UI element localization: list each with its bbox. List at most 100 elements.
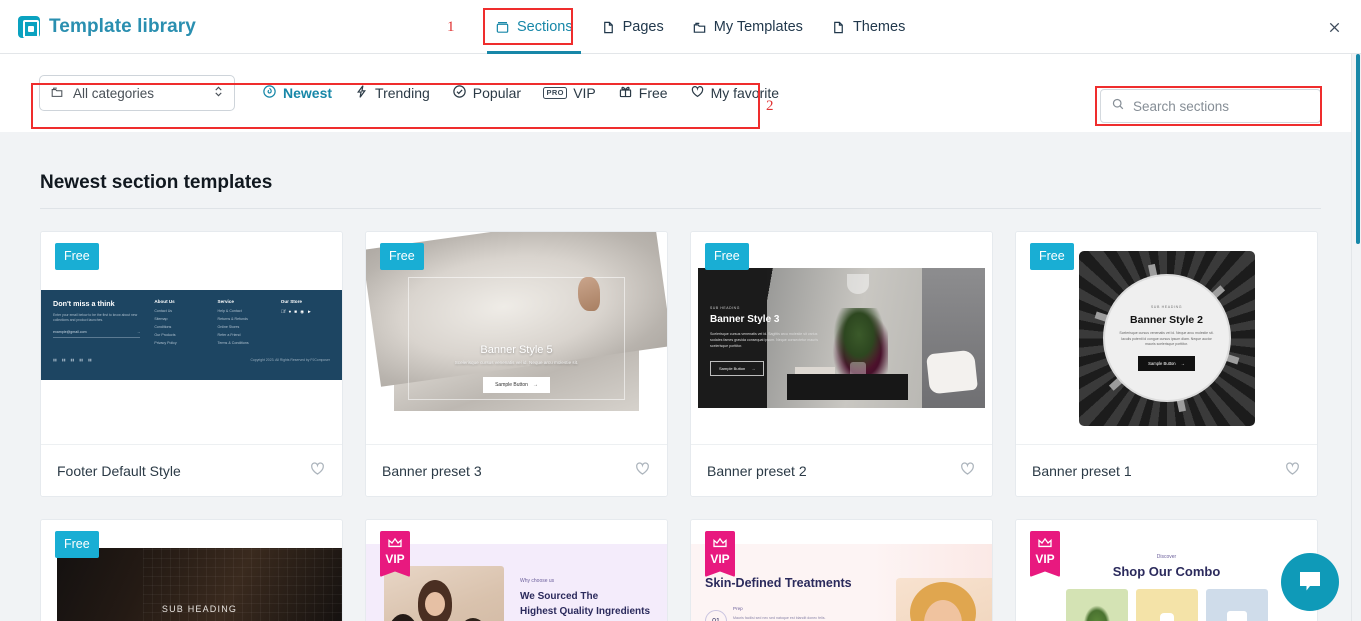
preview-combo: Discover Shop Our Combo — [1016, 544, 1317, 621]
preview-footer-template: Don't miss a think Enter your email belo… — [41, 290, 342, 380]
preview-button: Sample Button → — [1138, 356, 1195, 372]
preview-link: Help & Contact — [217, 309, 242, 313]
search-box[interactable] — [1100, 89, 1321, 123]
filter-free[interactable]: Free — [607, 77, 679, 109]
preview-subtext: Enter your email below to be the first t… — [53, 313, 138, 323]
search-icon — [1111, 97, 1125, 116]
annotation-marker-1: 1 — [447, 19, 455, 35]
favorite-heart-icon[interactable] — [1284, 460, 1301, 482]
badge-label: VIP — [385, 552, 405, 566]
preview-title: Shop Our Combo — [1112, 564, 1221, 579]
filter-popular[interactable]: Popular — [441, 77, 532, 109]
card-preview: Free Don't miss a think Enter your email… — [41, 232, 342, 444]
preview-link: Conditions — [154, 325, 172, 329]
section-heading: Newest section templates — [40, 172, 273, 193]
preview-copyright: Copyright 2023. All Rights Reserved by P… — [250, 358, 330, 362]
template-card[interactable]: Free SUB HEADING Banner Style 3 Sceleris… — [690, 231, 993, 497]
chat-button[interactable] — [1281, 553, 1339, 611]
preview-title-line1: We Sourced The — [520, 591, 599, 602]
arrow-right-icon: → — [532, 381, 538, 388]
preview-link: Terms & Conditions — [217, 341, 249, 345]
sections-icon — [495, 20, 510, 35]
tab-themes[interactable]: Themes — [817, 0, 919, 54]
card-preview: VIP Step Skin-Defined Treatments 01 Prep… — [691, 520, 992, 621]
favorite-heart-icon[interactable] — [634, 460, 651, 482]
template-card[interactable]: VIP Step Skin-Defined Treatments 01 Prep… — [690, 519, 993, 621]
search-input[interactable] — [1133, 98, 1310, 114]
card-title: Banner preset 3 — [382, 462, 482, 479]
favorite-heart-icon[interactable] — [309, 460, 326, 482]
social-icons: f ● ■ ◉ ► — [281, 309, 330, 315]
heart-icon — [690, 84, 705, 102]
preview-button-label: Sample Button — [1148, 361, 1176, 367]
preview-col-title: Our Store — [280, 299, 302, 304]
page-title: Template library — [49, 15, 196, 37]
crown-icon — [713, 537, 727, 548]
preview-photo — [384, 566, 504, 621]
preview-eyebrow: Discover — [1156, 554, 1177, 560]
preview-link: Returns & Refunds — [217, 317, 248, 321]
preview-subtext: Scelerisque cursus venenatis vel id. Neq… — [1119, 330, 1214, 347]
filter-newest[interactable]: Newest — [251, 77, 343, 109]
category-select[interactable]: All categories — [39, 75, 235, 111]
tab-pages[interactable]: Pages — [587, 0, 678, 54]
tab-sections[interactable]: Sections — [481, 0, 587, 54]
page-icon — [831, 20, 846, 35]
template-card[interactable]: VIP Why choose us We Sourced The Highest… — [365, 519, 668, 621]
tab-label: Sections — [517, 19, 573, 35]
filter-label: Trending — [375, 85, 430, 101]
card-title: Footer Default Style — [57, 462, 181, 479]
template-card[interactable]: Free Don't miss a think Enter your email… — [40, 231, 343, 497]
filter-label: Newest — [283, 85, 333, 101]
facebook-icon: f — [280, 309, 286, 314]
arrow-right-icon: → — [751, 366, 756, 372]
filter-label: VIP — [573, 85, 596, 101]
vertical-scrollbar[interactable] — [1351, 54, 1361, 621]
crown-icon — [388, 537, 402, 548]
preview-product-tile — [1205, 589, 1268, 621]
card-preview: Free SUB HEADING Banner Style 3 Sceleris… — [691, 232, 992, 444]
preview-product-tile — [1065, 589, 1128, 621]
whatsapp-icon: ◉ — [296, 309, 304, 314]
preview-link: Contact Us — [154, 309, 173, 313]
template-library-logo-icon — [18, 15, 40, 38]
close-button[interactable] — [1321, 14, 1347, 40]
telegram-icon: ► — [303, 309, 312, 314]
card-preview: Free SUB HEADING Banner Style 2 Sceleris… — [1016, 232, 1317, 444]
preview-button-label: Sample Button — [719, 366, 746, 372]
template-card[interactable]: Free Banner Style 5 Scelerisque cursus v… — [365, 231, 668, 497]
tab-my-templates[interactable]: My Templates — [678, 0, 817, 54]
filter-trending[interactable]: Trending — [343, 77, 441, 109]
favorite-heart-icon[interactable] — [959, 460, 976, 482]
annotation-marker-2: 2 — [766, 98, 774, 114]
preview-button-label: Sample Button — [495, 381, 528, 388]
template-card[interactable]: Free SUB HEADING Banner Style 2 Sceleris… — [1015, 231, 1318, 497]
preview-banner-3: SUB HEADING Banner Style 3 Scelerisque c… — [698, 268, 985, 408]
preview-email-placeholder: example@gmail.com — [53, 329, 87, 334]
template-card[interactable]: Free SUB HEADING — [40, 519, 343, 621]
scrollbar-thumb[interactable] — [1356, 54, 1360, 244]
preview-step-desc: Mauris facilisi sed nec sed natoque est … — [733, 616, 826, 620]
preview-eyebrow: SUB HEADING — [710, 306, 740, 310]
tab-label: Pages — [622, 19, 664, 35]
preview-subtext: Scelerisque cursus venenatis vel id. Sag… — [710, 332, 819, 349]
filter-list: Newest Trending Popular PRO VIP Free My … — [251, 77, 790, 109]
template-card[interactable]: VIP Discover Shop Our Combo — [1015, 519, 1318, 621]
templates-body: Newest section templates Free Don't miss… — [0, 132, 1361, 621]
brand: Template library — [0, 15, 196, 38]
card-footer: Banner preset 2 — [691, 444, 992, 496]
card-footer: Banner preset 3 — [366, 444, 667, 496]
card-preview: VIP Why choose us We Sourced The Highest… — [366, 520, 667, 621]
preview-link: Sitemap — [154, 317, 168, 321]
preview-subtext: Scelerisque cursus venenatis vel id. Neq… — [454, 359, 579, 365]
badge-vip: VIP — [380, 531, 410, 577]
chat-bubble-icon — [1300, 572, 1320, 591]
instagram-icon: ■ — [294, 309, 297, 315]
badge-free: Free — [1030, 243, 1074, 270]
preview-eyebrow: SUB HEADING — [1150, 304, 1183, 309]
card-preview: VIP Discover Shop Our Combo — [1016, 520, 1317, 621]
category-select-value: All categories — [73, 85, 155, 101]
preview-step-number: 01 — [705, 610, 727, 621]
filter-vip[interactable]: PRO VIP — [532, 77, 607, 109]
lightning-icon — [354, 84, 369, 102]
